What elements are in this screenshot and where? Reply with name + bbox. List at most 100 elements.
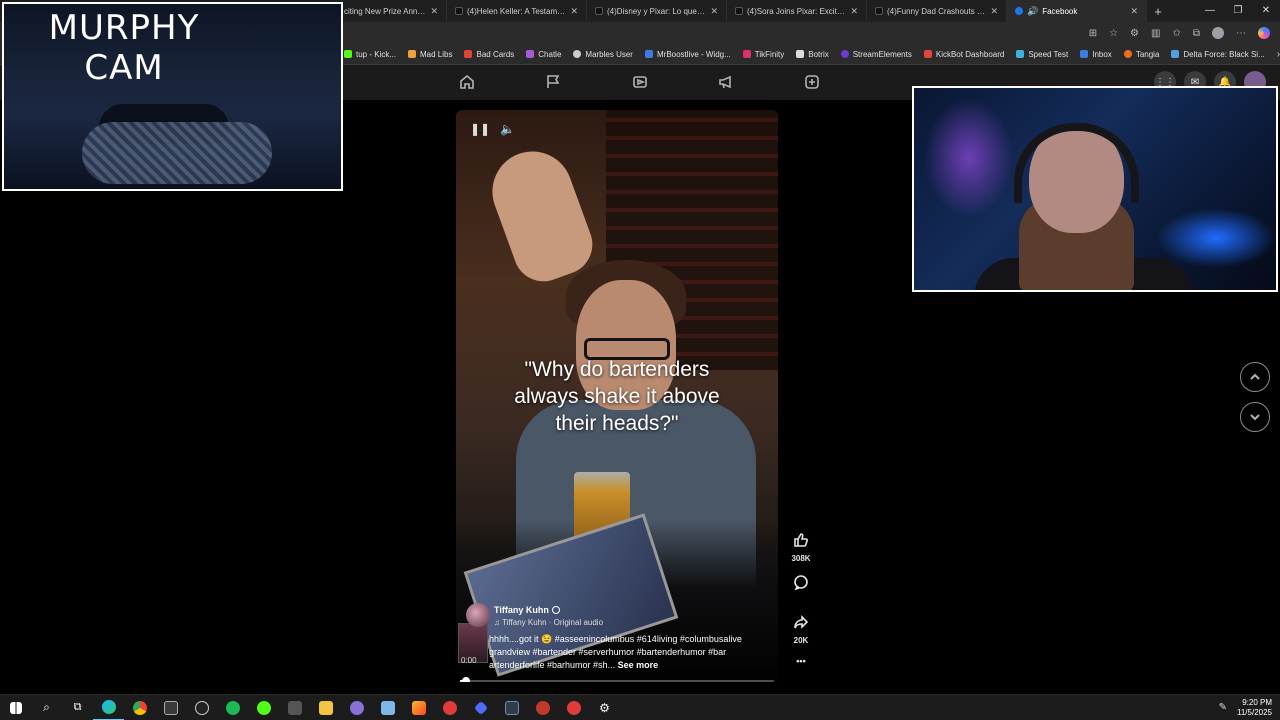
gaming-icon[interactable] [803,73,821,91]
taskbar-app2[interactable] [279,695,310,720]
see-more-link[interactable]: See more [618,660,659,670]
close-window-button[interactable]: ✕ [1252,0,1280,22]
progress-bar[interactable] [460,677,774,682]
gear-icon: ⚙ [599,700,610,715]
facebook-icon [1015,7,1023,15]
tab-facebook[interactable]: 🔊 Facebook ✕ [1007,0,1147,22]
author-name-text[interactable]: Tiffany Kuhn [494,605,549,615]
bookmark-marbles[interactable]: Marbles User [573,50,633,59]
taskbar-app5[interactable] [403,695,434,720]
bookmark-mad-libs[interactable]: Mad Libs [408,50,452,59]
taskbar-app10[interactable] [558,695,589,720]
home-icon[interactable] [458,73,476,91]
bookmark-mrboostlive[interactable]: MrBoostlive - Widg... [644,49,731,59]
bookmark-kickbot[interactable]: KickBot Dashboard [923,49,1005,59]
taskbar-app8[interactable] [496,695,527,720]
taskbar-kick[interactable] [248,695,279,720]
app-available-icon[interactable]: ⊞ [1089,28,1097,39]
flag-icon[interactable] [544,73,562,91]
taskbar-app4[interactable] [372,695,403,720]
bookmark-inbox[interactable]: Inbox [1080,50,1112,59]
like-button[interactable]: 308K [786,532,816,563]
bookmark-label: MrBoostlive - Widg... [656,49,731,59]
bookmark-streamelements[interactable]: StreamElements [840,50,912,59]
bookmark-icon [1016,50,1025,58]
bookmark-icon [1123,50,1132,58]
minimize-button[interactable]: — [1196,0,1224,22]
bookmark-chatle[interactable]: Chatle [526,50,561,59]
reel-video[interactable]: ❚❚ 🔈 "Why do bartenders always shake it … [456,110,778,682]
close-icon[interactable]: ✕ [1130,6,1138,17]
next-reel-button[interactable] [1240,402,1270,432]
raised-hand [481,140,601,290]
taskbar-app6[interactable] [434,695,465,720]
tab-helen-keller[interactable]: (4)Helen Keller: A Testament of ✕ [447,0,587,22]
audio-label[interactable]: ♫ Tiffany Kuhn · Original audio [494,618,603,627]
clock[interactable]: 9:20 PM 11/5/2025 [1237,698,1272,718]
progress-scrubber-handle[interactable] [462,677,471,682]
video-icon[interactable] [631,73,649,91]
volume-icon[interactable]: 🔈 [500,122,515,136]
extensions-icon[interactable]: ⚙ [1130,28,1139,39]
bookmark-tangia[interactable]: Tangia [1123,50,1159,59]
bookmark-icon [1171,50,1180,58]
new-tab-button[interactable]: + [1147,4,1169,19]
task-view-button[interactable]: ⧉ [62,695,93,720]
tiktok-icon [735,7,743,15]
maximize-button[interactable]: ❐ [1224,0,1252,22]
previous-reel-button[interactable] [1240,362,1270,392]
taskbar-app9[interactable] [527,695,558,720]
start-button[interactable] [0,695,31,720]
comment-button[interactable] [786,574,816,595]
taskbar-settings[interactable]: ⚙ [589,695,620,720]
bookmark-delta-force[interactable]: Delta Force: Black Si... [1171,50,1265,59]
share-button[interactable]: 20K [786,614,816,645]
close-icon[interactable]: ✕ [850,6,858,17]
bookmark-bad-cards[interactable]: Bad Cards [464,50,514,59]
bookmark-tikfinity[interactable]: TikFinity [742,50,784,59]
profile-avatar[interactable] [1212,27,1224,39]
bookmark-icon [408,50,417,58]
bookmark-label: Botrix [808,49,829,59]
author-avatar[interactable] [466,603,490,627]
favorites-icon[interactable]: ✩ [1172,28,1180,39]
close-icon[interactable]: ✕ [430,6,438,17]
app-icon [535,700,550,715]
taskbar-app3[interactable] [341,695,372,720]
bookmark-kick[interactable]: tup - Kick... [344,50,396,59]
app-icon [442,700,457,715]
copilot-icon[interactable] [1258,27,1270,39]
bookmark-speed-test[interactable]: Speed Test [1016,50,1068,59]
speaker-icon[interactable]: 🔊 [1027,6,1038,17]
favorite-star-icon[interactable]: ☆ [1109,28,1118,39]
close-icon[interactable]: ✕ [710,6,718,17]
bookmark-botrix[interactable]: Botrix [796,49,829,59]
bookmark-label: KickBot Dashboard [935,49,1005,59]
close-icon[interactable]: ✕ [570,6,578,17]
more-options-icon[interactable]: ••• [786,656,816,666]
close-icon[interactable]: ✕ [990,6,998,17]
app-icon [411,700,426,715]
app-icon [473,700,488,715]
pen-icon[interactable]: ✎ [1219,702,1227,713]
caption-line: always shake it above [514,385,720,408]
split-screen-icon[interactable]: ▥ [1151,28,1160,39]
taskbar-edge[interactable] [93,695,124,720]
settings-menu-icon[interactable]: ⋯ [1236,28,1246,39]
tab-funny-dad[interactable]: (4)Funny Dad Crashouts Comp ✕ [867,0,1007,22]
bookmark-icon [742,50,751,58]
taskbar-spotify[interactable] [217,695,248,720]
pause-icon[interactable]: ❚❚ [470,122,490,136]
collections-icon[interactable]: ⧉ [1193,28,1200,39]
megaphone-icon[interactable] [717,73,735,91]
taskbar-chrome[interactable] [124,695,155,720]
taskbar-file-explorer[interactable] [310,695,341,720]
taskbar-app7[interactable] [465,695,496,720]
tab-sora[interactable]: (4)Sora Joins Pixar: Exciting Ne ✕ [727,0,867,22]
taskbar-app[interactable] [155,695,186,720]
tab-disney[interactable]: (4)Disney y Pixar: Lo que no p ✕ [587,0,727,22]
like-count: 308K [791,554,811,563]
search-button[interactable]: ⌕ [31,695,62,720]
taskbar-obs[interactable] [186,695,217,720]
author-name[interactable]: Tiffany Kuhn [494,605,560,615]
